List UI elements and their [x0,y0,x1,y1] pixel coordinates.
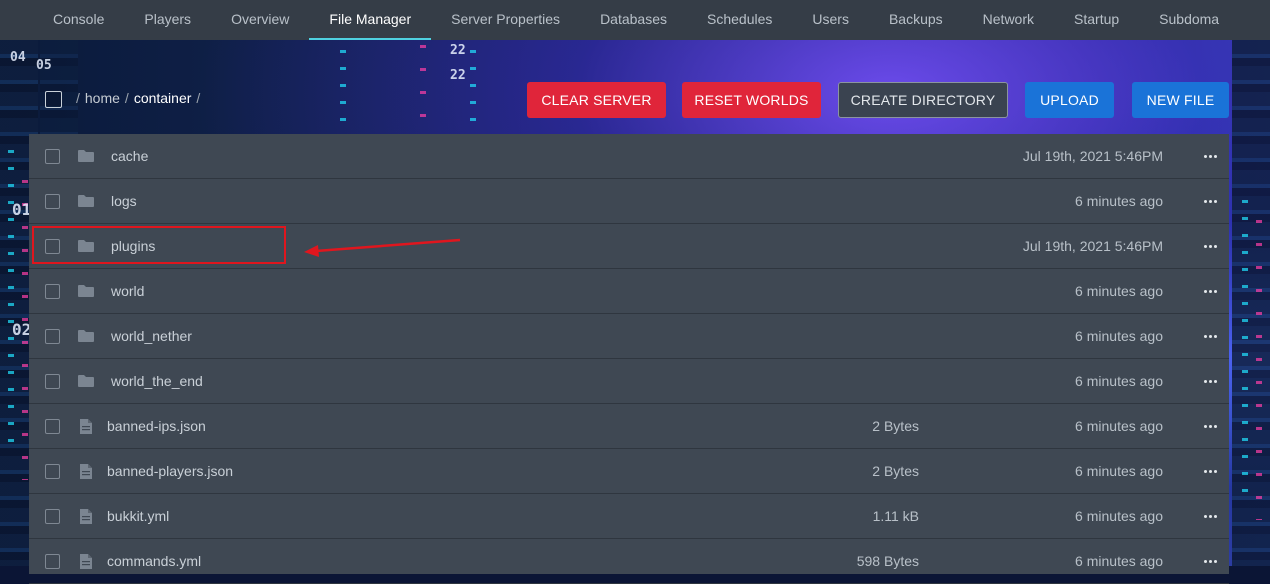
more-options-icon[interactable] [1203,194,1217,208]
row-checkbox[interactable] [45,193,60,209]
select-all-checkbox[interactable] [45,91,62,108]
row-checkbox[interactable] [45,373,60,389]
file-row[interactable]: banned-ips.json 2 Bytes 6 minutes ago [29,404,1229,449]
file-modified: 6 minutes ago [1075,418,1163,434]
row-checkbox[interactable] [45,238,60,254]
file-name[interactable]: cache [111,148,148,164]
tab-startup[interactable]: Startup [1054,0,1139,40]
file-icon [76,462,96,480]
file-size: 2 Bytes [872,463,919,479]
tab-subdomains[interactable]: Subdoma [1139,0,1239,40]
clear-server-button[interactable]: CLEAR SERVER [527,82,666,118]
file-list: cache Jul 19th, 2021 5:46PM logs 6 minutes … [29,134,1229,584]
file-name[interactable]: world_the_end [111,373,203,389]
tab-overview[interactable]: Overview [211,0,309,40]
folder-icon [76,147,96,165]
tab-players[interactable]: Players [124,0,211,40]
file-modified: 6 minutes ago [1075,508,1163,524]
file-size: 598 Bytes [856,553,919,569]
tab-schedules[interactable]: Schedules [687,0,792,40]
tab-console[interactable]: Console [0,0,124,40]
more-options-icon[interactable] [1203,149,1217,163]
file-icon [76,507,96,525]
tab-databases[interactable]: Databases [580,0,687,40]
file-name[interactable]: logs [111,193,137,209]
file-row[interactable]: cache Jul 19th, 2021 5:46PM [29,134,1229,179]
row-checkbox[interactable] [45,328,60,344]
reset-worlds-button[interactable]: RESET WORLDS [682,82,821,118]
file-modified: 6 minutes ago [1075,373,1163,389]
folder-icon [76,237,96,255]
breadcrumb: / home / container / [76,90,200,106]
folder-icon [76,282,96,300]
file-row[interactable]: plugins Jul 19th, 2021 5:46PM [29,224,1229,269]
file-row[interactable]: world 6 minutes ago [29,269,1229,314]
file-row[interactable]: banned-players.json 2 Bytes 6 minutes ago [29,449,1229,494]
file-icon [76,552,96,570]
file-row[interactable]: logs 6 minutes ago [29,179,1229,224]
file-name[interactable]: world [111,283,144,299]
file-size: 2 Bytes [872,418,919,434]
file-name[interactable]: plugins [111,238,155,254]
more-options-icon[interactable] [1203,329,1217,343]
file-modified: 6 minutes ago [1075,463,1163,479]
more-options-icon[interactable] [1203,419,1217,433]
file-name[interactable]: bukkit.yml [107,508,169,524]
tab-network[interactable]: Network [963,0,1054,40]
new-file-button[interactable]: NEW FILE [1132,82,1229,118]
tab-backups[interactable]: Backups [869,0,963,40]
file-name[interactable]: commands.yml [107,553,201,569]
row-checkbox[interactable] [45,418,60,434]
upload-button[interactable]: UPLOAD [1025,82,1114,118]
file-modified: 6 minutes ago [1075,193,1163,209]
breadcrumb-separator: / [124,90,129,106]
breadcrumb-separator: / [196,90,201,106]
breadcrumb-current[interactable]: container [134,90,192,106]
file-name[interactable]: banned-players.json [107,463,233,479]
file-modified: 6 minutes ago [1075,328,1163,344]
tab-server-properties[interactable]: Server Properties [431,0,580,40]
file-modified: 6 minutes ago [1075,283,1163,299]
row-checkbox[interactable] [45,553,60,569]
folder-icon [76,327,96,345]
more-options-icon[interactable] [1203,374,1217,388]
folder-icon [76,372,96,390]
more-options-icon[interactable] [1203,464,1217,478]
more-options-icon[interactable] [1203,239,1217,253]
top-navigation: Console Players Overview File Manager Se… [0,0,1270,40]
file-row[interactable]: commands.yml 598 Bytes 6 minutes ago [29,539,1229,584]
row-checkbox[interactable] [45,463,60,479]
file-name[interactable]: world_nether [111,328,192,344]
file-size: 1.11 kB [872,508,919,524]
file-row[interactable]: bukkit.yml 1.11 kB 6 minutes ago [29,494,1229,539]
breadcrumb-separator: / [76,90,80,106]
tab-file-manager[interactable]: File Manager [309,0,432,40]
file-modified: Jul 19th, 2021 5:46PM [1022,238,1163,254]
more-options-icon[interactable] [1203,284,1217,298]
file-icon [76,417,96,435]
breadcrumb-home[interactable]: home [85,90,120,106]
tab-users[interactable]: Users [792,0,869,40]
file-name[interactable]: banned-ips.json [107,418,206,434]
file-modified: 6 minutes ago [1075,553,1163,569]
row-checkbox[interactable] [45,508,60,524]
folder-icon [76,192,96,210]
file-row[interactable]: world_nether 6 minutes ago [29,314,1229,359]
row-checkbox[interactable] [45,148,60,164]
create-directory-button[interactable]: CREATE DIRECTORY [838,82,1008,118]
more-options-icon[interactable] [1203,509,1217,523]
file-modified: Jul 19th, 2021 5:46PM [1022,148,1163,164]
row-checkbox[interactable] [45,283,60,299]
file-row[interactable]: world_the_end 6 minutes ago [29,359,1229,404]
